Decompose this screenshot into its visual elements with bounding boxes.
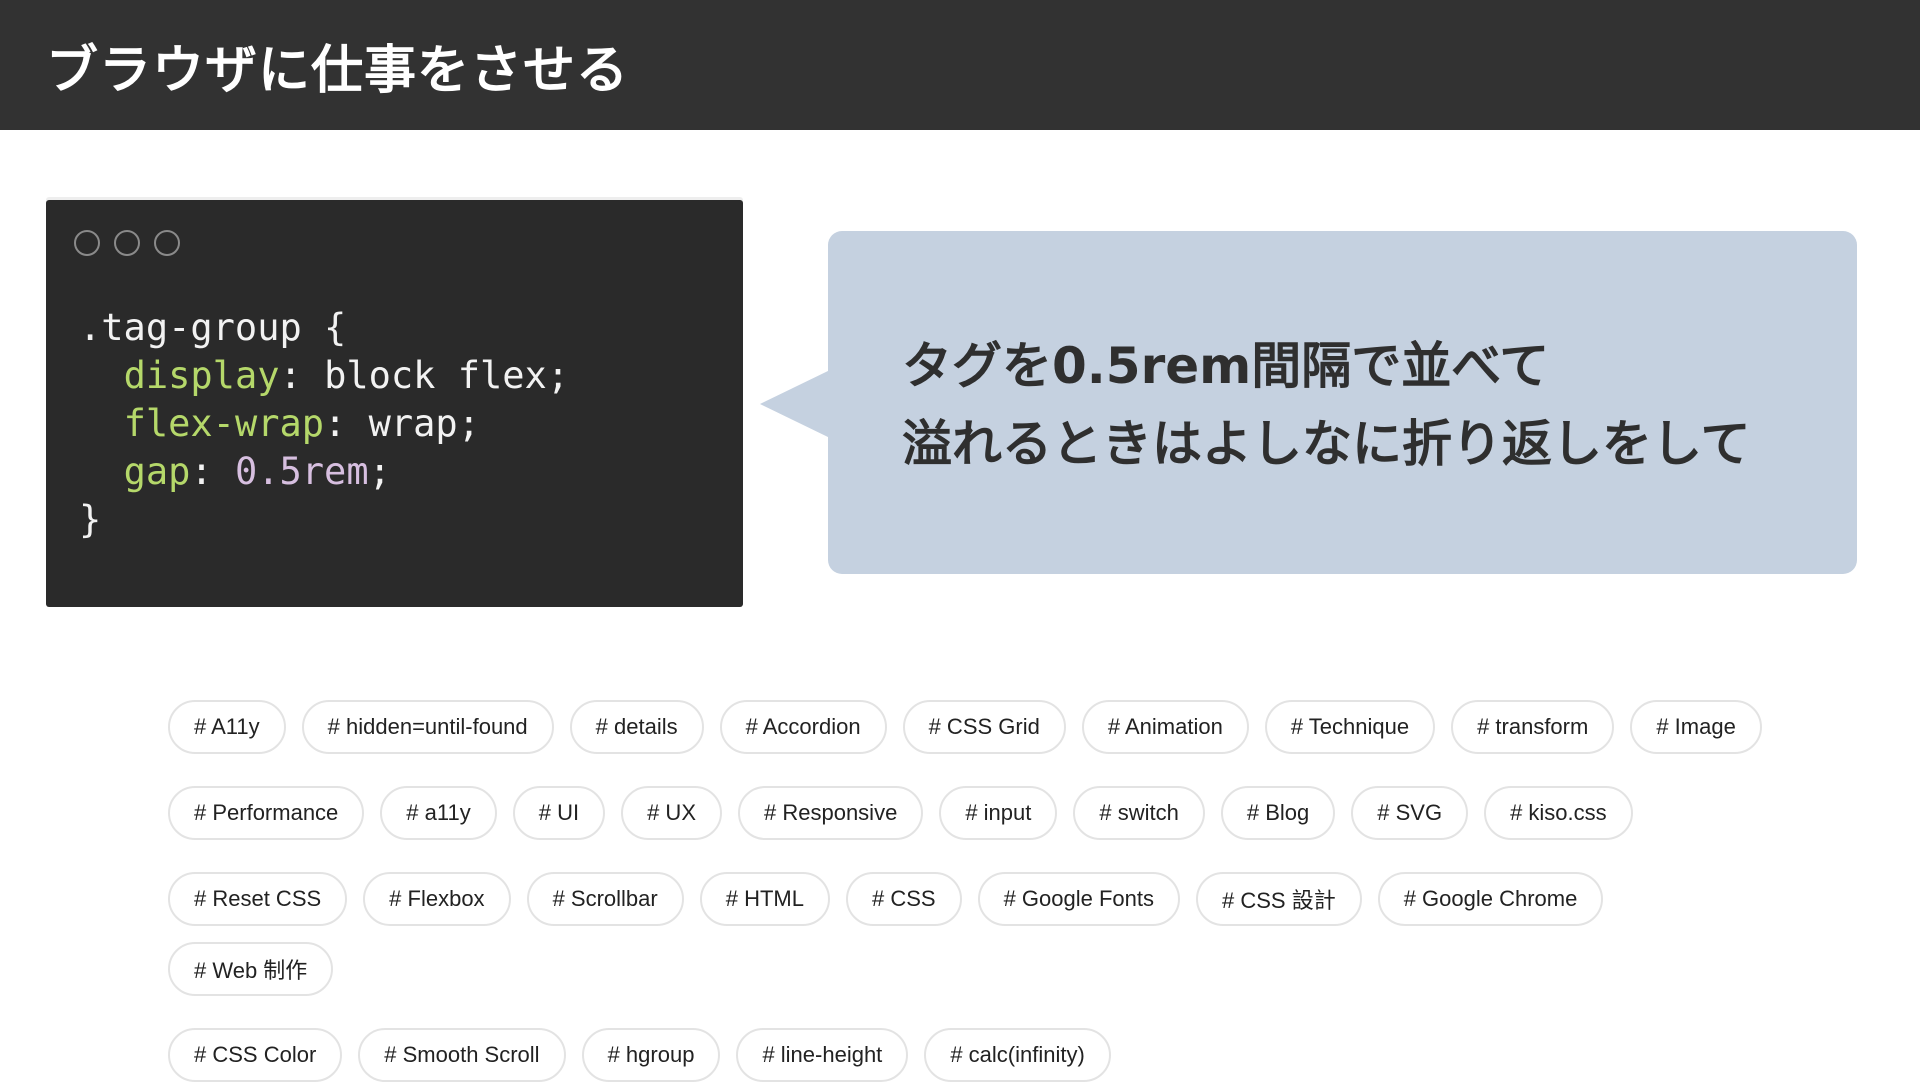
- code-semicolon: ;: [546, 354, 570, 397]
- code-property: display: [123, 354, 280, 397]
- tag-chip[interactable]: # CSS 設計: [1196, 872, 1362, 926]
- tag-chip[interactable]: # input: [939, 786, 1058, 840]
- page-title: ブラウザに仕事をさせる: [46, 40, 630, 101]
- code-closing-brace: }: [79, 498, 102, 541]
- tag-group: # A11y # hidden=until-found # details # Acc…: [168, 700, 1768, 1082]
- code-block: .tag-group { display: block flex; flex-w…: [79, 304, 569, 544]
- header-bar: ブラウザに仕事をさせる: [0, 0, 1920, 130]
- tag-chip[interactable]: # Smooth Scroll: [358, 1028, 566, 1082]
- tag-chip[interactable]: # switch: [1073, 786, 1205, 840]
- tag-chip[interactable]: # Google Chrome: [1377, 872, 1604, 926]
- tag-chip[interactable]: # Responsive: [738, 786, 924, 840]
- code-separator: :: [279, 354, 325, 397]
- bubble-line-2: 溢れるときはよしなに折り返しをして: [902, 415, 1751, 473]
- tag-chip[interactable]: # Reset CSS: [168, 872, 348, 926]
- tag-chip[interactable]: # Flexbox: [363, 872, 511, 926]
- tag-chip[interactable]: # a11y: [380, 786, 497, 840]
- tag-chip[interactable]: # transform: [1451, 700, 1615, 754]
- window-dot-icon: [114, 230, 140, 256]
- tag-chip[interactable]: # Animation: [1081, 700, 1249, 754]
- code-semicolon: ;: [457, 402, 480, 445]
- tag-chip[interactable]: # calc(infinity): [924, 1028, 1111, 1082]
- tag-chip[interactable]: # Image: [1630, 700, 1762, 754]
- tag-chip[interactable]: # UX: [621, 786, 722, 840]
- bubble-text: タグを0.5rem間隔で並べて 溢れるときはよしなに折り返しをして: [902, 327, 1751, 483]
- tag-chip[interactable]: # Google Fonts: [977, 872, 1180, 926]
- tag-chip[interactable]: # HTML: [699, 872, 830, 926]
- tag-chip[interactable]: # Scrollbar: [526, 872, 684, 926]
- tag-chip[interactable]: # SVG: [1351, 786, 1469, 840]
- code-property: gap: [123, 450, 191, 493]
- bubble-line-1: タグを0.5rem間隔で並べて: [902, 337, 1550, 395]
- tag-chip[interactable]: # UI: [512, 786, 606, 840]
- tag-chip[interactable]: # line-height: [736, 1028, 909, 1082]
- code-value: block flex: [324, 354, 547, 397]
- code-window: .tag-group { display: block flex; flex-w…: [46, 200, 743, 607]
- tag-chip[interactable]: # Web 制作: [168, 942, 334, 996]
- tag-chip[interactable]: # Blog: [1220, 786, 1336, 840]
- tag-chip[interactable]: # Technique: [1264, 700, 1436, 754]
- window-dot-icon: [154, 230, 180, 256]
- tag-chip[interactable]: # hidden=until-found: [301, 700, 554, 754]
- tag-chip[interactable]: # kiso.css: [1484, 786, 1633, 840]
- code-value: 0.5rem: [234, 450, 369, 493]
- tag-chip[interactable]: # CSS Grid: [902, 700, 1066, 754]
- code-value: wrap: [368, 402, 458, 445]
- window-dot-icon: [74, 230, 100, 256]
- code-selector: .tag-group {: [79, 306, 347, 349]
- tag-chip[interactable]: # Accordion: [719, 700, 887, 754]
- tag-chip[interactable]: # A11y: [168, 700, 286, 754]
- code-separator: :: [190, 450, 235, 493]
- tag-chip[interactable]: # hgroup: [581, 1028, 721, 1082]
- tag-chip[interactable]: # CSS Color: [168, 1028, 343, 1082]
- code-separator: :: [324, 402, 369, 445]
- tag-chip[interactable]: # details: [569, 700, 704, 754]
- code-semicolon: ;: [368, 450, 391, 493]
- tag-chip[interactable]: # Performance: [168, 786, 365, 840]
- speech-bubble: タグを0.5rem間隔で並べて 溢れるときはよしなに折り返しをして: [828, 231, 1857, 574]
- tag-chip[interactable]: # CSS: [845, 872, 962, 926]
- code-property: flex-wrap: [123, 402, 325, 445]
- speech-bubble-tail: [760, 370, 830, 438]
